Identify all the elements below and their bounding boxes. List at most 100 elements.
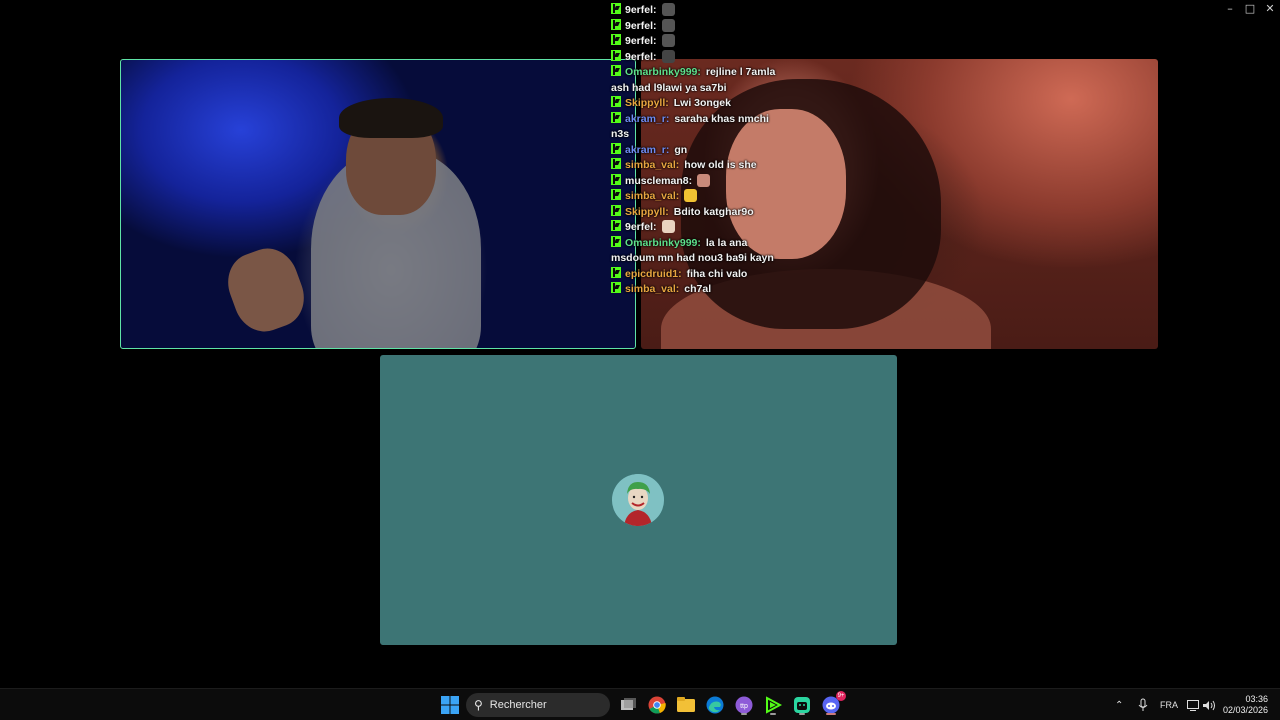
chat-emote-icon [697, 173, 711, 187]
kick-badge-icon [611, 266, 621, 278]
chat-emote-icon [684, 189, 698, 202]
kick-badge-icon [611, 3, 621, 14]
chat-message: simba_val: ch7al [611, 282, 776, 298]
chat-message: muscleman8: [611, 173, 776, 190]
kick-badge-icon [611, 65, 621, 76]
kick-badge-icon [611, 18, 621, 30]
chat-message: simba_val: how old is she [611, 158, 776, 174]
chat-username[interactable]: 9erfel: [625, 20, 657, 32]
search-placeholder: Rechercher [489, 699, 547, 711]
chat-username[interactable]: 9erfel: [625, 51, 657, 63]
running-indicator [799, 713, 805, 715]
clock-date: 02/03/2026 [1222, 705, 1268, 715]
chat-message: akram_r: gn [611, 142, 776, 159]
chat-message: Omarbinky999: rejline l 7amla ash had l9l… [611, 65, 776, 96]
chat-message: 9erfel: [611, 49, 776, 66]
taskbar-search[interactable]: ⚲ Rechercher [466, 693, 610, 717]
chat-username[interactable]: akram_r: [625, 144, 669, 156]
chat-emote-icon [661, 34, 675, 47]
kick-app-icon[interactable] [762, 694, 784, 716]
windows-start-icon[interactable] [439, 694, 461, 716]
chat-emote-icon [661, 18, 675, 32]
system-clock[interactable]: 03:36 02/03/2026 [1223, 694, 1268, 716]
chat-message: akram_r: saraha khas nmchi n3s [611, 111, 776, 143]
chat-username[interactable]: simba_val: [625, 283, 679, 295]
chat-username[interactable]: Omarbinky999: [625, 66, 701, 78]
kick-badge-icon [611, 158, 621, 169]
chat-username[interactable]: 9erfel: [625, 221, 657, 233]
running-indicator [826, 713, 836, 715]
taskbar: ⚲ Rechercher ttp 9+ ⌃ FRA 03:36 02/03/20… [0, 688, 1280, 720]
kick-badge-icon [611, 142, 621, 154]
network-icon[interactable] [1187, 689, 1199, 720]
video-tile-camera-off[interactable] [380, 355, 897, 645]
chat-text: fiha chi valo [686, 267, 748, 280]
kick-badge-icon [611, 96, 621, 107]
edge-icon[interactable] [704, 694, 726, 716]
running-indicator [741, 713, 747, 715]
chat-overlay: 9erfel: 9erfel: 9erfel: 9erfel: Omarbinky999… [611, 3, 776, 298]
chat-message: epicdruid1: fiha chi valo [611, 266, 776, 283]
microphone-icon[interactable] [1138, 689, 1148, 720]
app-purple-icon[interactable]: ttp [733, 694, 755, 716]
kick-badge-icon [611, 34, 621, 45]
chat-text: ch7al [684, 283, 712, 295]
chat-text: Lwi 3ongek [673, 97, 731, 109]
chat-message: Skippyll: Lwi 3ongek [611, 96, 776, 112]
chat-message: 9erfel: [611, 3, 776, 19]
clock-time: 03:36 [1245, 694, 1268, 704]
chat-username[interactable]: simba_val: [625, 159, 679, 171]
participant-hand [219, 240, 313, 340]
video-tile-streamer[interactable] [120, 59, 636, 349]
chat-username[interactable]: Omarbinky999: [625, 237, 701, 249]
chat-username[interactable]: akram_r: [625, 113, 669, 125]
chat-username[interactable]: 9erfel: [625, 4, 657, 16]
chat-username[interactable]: simba_val: [625, 190, 679, 202]
kick-badge-icon [611, 189, 621, 200]
chat-message: 9erfel: [611, 34, 776, 50]
chevron-up-icon[interactable]: ⌃ [1115, 689, 1123, 720]
chat-username[interactable]: Skippyll: [625, 97, 669, 109]
chat-text: Bdito katghar9o [673, 205, 754, 218]
svg-text:ttp: ttp [740, 703, 748, 710]
discord-icon[interactable]: 9+ [820, 691, 846, 716]
avatar-image-icon [612, 474, 664, 526]
window-controls: – □ ✕ [1220, 0, 1280, 16]
language-indicator[interactable]: FRA [1160, 689, 1178, 720]
minimize-icon[interactable]: – [1220, 0, 1240, 16]
android-app-icon[interactable] [791, 694, 813, 716]
chat-emote-icon [661, 3, 675, 16]
maximize-icon[interactable]: □ [1240, 0, 1260, 16]
video-call-window: – □ ✕ 9erfel: 9erfel: 9erfel: 9erfel: Om… [0, 0, 1280, 720]
chat-message: Omarbinky999: la la ana msdoum mn had nou… [611, 235, 776, 267]
volume-icon[interactable] [1203, 689, 1216, 720]
chat-message: Skippyll: Bdito katghar9o [611, 204, 776, 221]
kick-badge-icon [611, 220, 621, 231]
kick-badge-icon [611, 204, 621, 216]
kick-badge-icon [611, 49, 621, 61]
avatar [612, 474, 664, 526]
close-icon[interactable]: ✕ [1260, 0, 1280, 16]
task-view-icon[interactable] [617, 694, 639, 716]
chat-emote-icon [661, 49, 675, 63]
chat-username[interactable]: muscleman8: [625, 175, 692, 187]
chat-message: 9erfel: [611, 220, 776, 236]
search-icon: ⚲ [474, 698, 483, 712]
chat-username[interactable]: Skippyll: [625, 206, 669, 218]
chat-message: simba_val: [611, 189, 776, 205]
chat-message: 9erfel: [611, 18, 776, 35]
kick-badge-icon [611, 111, 621, 123]
file-explorer-icon[interactable] [675, 694, 697, 716]
chat-emote-icon [661, 220, 675, 233]
chrome-icon[interactable] [646, 694, 668, 716]
chat-username[interactable]: 9erfel: [625, 35, 657, 47]
kick-badge-icon [611, 173, 621, 185]
running-indicator [770, 713, 776, 715]
chat-text: gn [674, 143, 688, 156]
notification-badge: 9+ [836, 691, 846, 701]
chat-username[interactable]: epicdruid1: [625, 268, 682, 280]
chat-text: how old is she [684, 159, 757, 171]
participant-hair [339, 98, 443, 138]
kick-badge-icon [611, 235, 621, 247]
kick-badge-icon [611, 282, 621, 293]
